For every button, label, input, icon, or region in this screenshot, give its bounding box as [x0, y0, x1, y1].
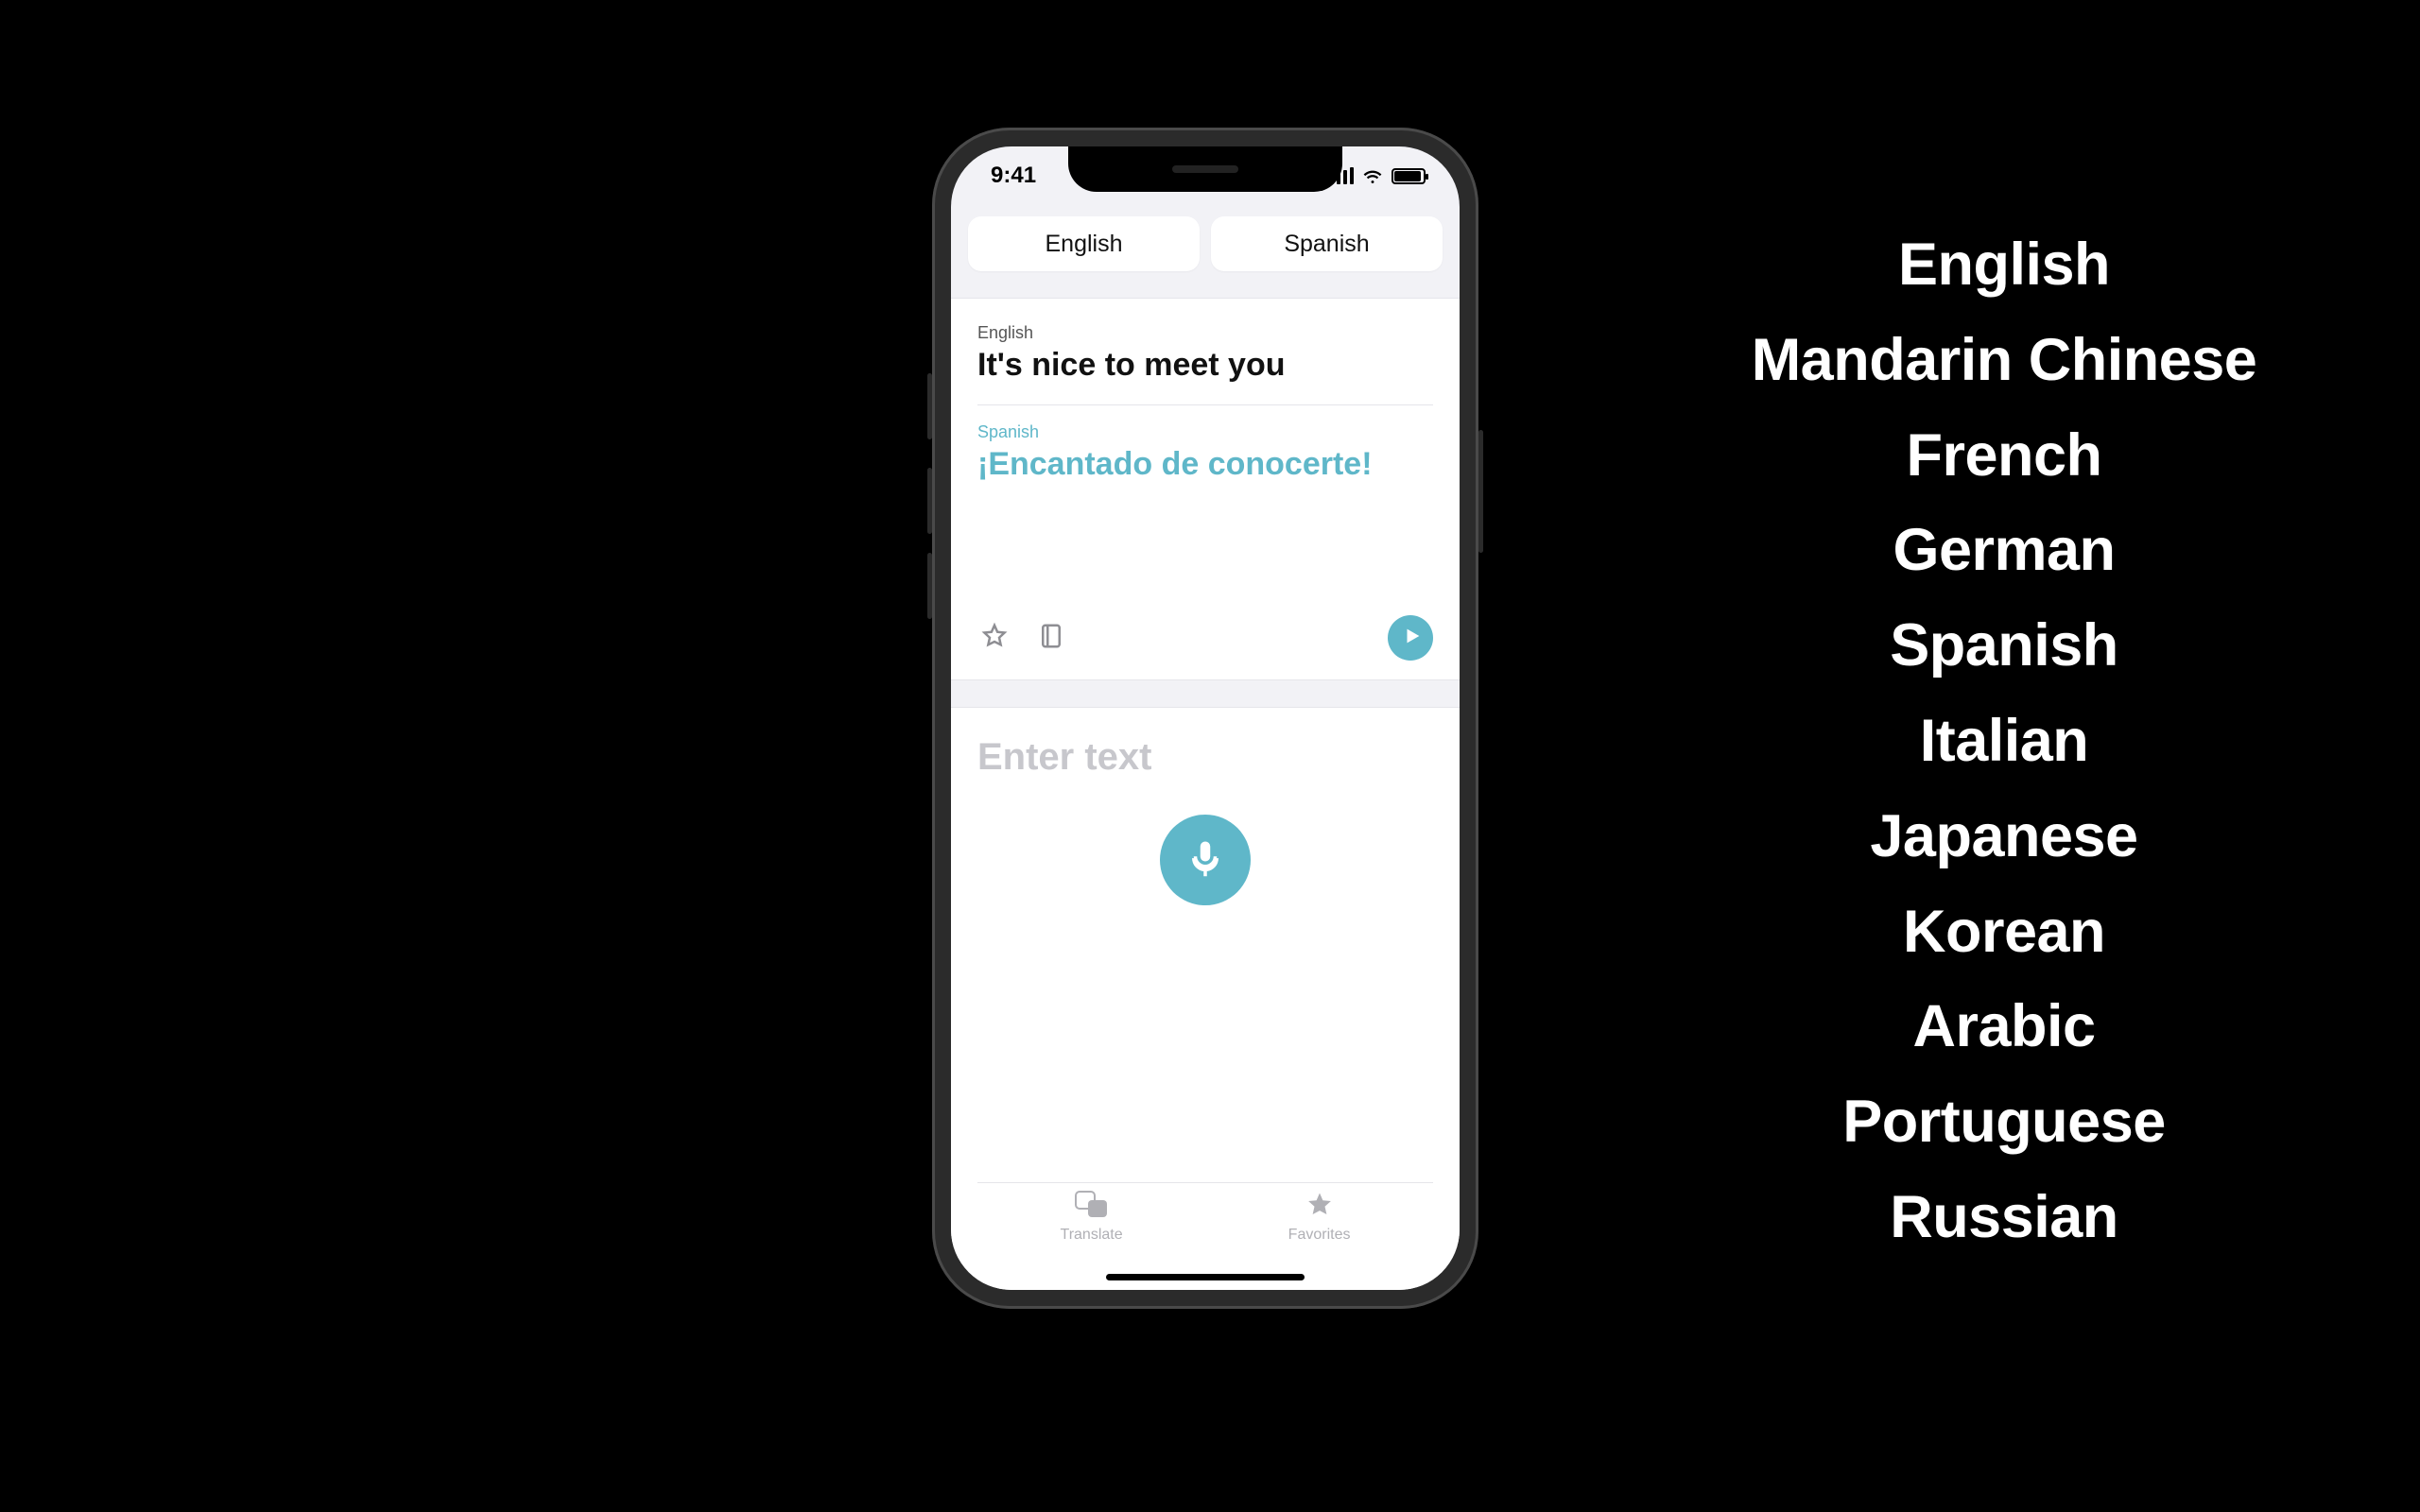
star-icon [980, 622, 1009, 655]
target-lang-caption: Spanish [977, 422, 1433, 442]
book-icon [1037, 622, 1065, 655]
list-item: Korean [1673, 885, 2335, 980]
translate-icon [1075, 1191, 1109, 1224]
tab-translate[interactable]: Translate [1061, 1191, 1123, 1244]
list-item: Spanish [1673, 598, 2335, 694]
screen: 9:41 English Spanish English It's nice t… [951, 146, 1460, 1290]
iphone-frame: 9:41 English Spanish English It's nice t… [932, 128, 1478, 1309]
tab-favorites[interactable]: Favorites [1288, 1191, 1351, 1244]
target-language-label: Spanish [1284, 231, 1369, 258]
battery-icon [1392, 168, 1426, 184]
tab-translate-label: Translate [1061, 1227, 1123, 1244]
play-icon [1399, 626, 1423, 651]
source-language-pill[interactable]: English [968, 216, 1200, 271]
notch [1068, 146, 1342, 192]
tab-bar: Translate Favorites [977, 1182, 1433, 1273]
list-item: Russian [1673, 1170, 2335, 1265]
list-item: Arabic [1673, 979, 2335, 1074]
list-item: Mandarin Chinese [1673, 313, 2335, 408]
input-area: Enter text Translate [951, 707, 1460, 1290]
list-item: German [1673, 503, 2335, 598]
favorite-button[interactable] [977, 621, 1011, 655]
status-time: 9:41 [991, 163, 1036, 189]
supported-languages-list: English Mandarin Chinese French German S… [1673, 217, 2335, 1265]
card-divider [977, 404, 1433, 405]
star-filled-icon [1303, 1191, 1337, 1224]
tab-favorites-label: Favorites [1288, 1227, 1351, 1244]
target-text: ¡Encantado de conocerte! [977, 446, 1433, 483]
text-input[interactable]: Enter text [977, 736, 1433, 779]
status-indicators [1330, 164, 1426, 187]
list-item: Japanese [1673, 789, 2335, 885]
translate-app: English Spanish English It's nice to mee… [951, 205, 1460, 1290]
list-item: Portuguese [1673, 1074, 2335, 1170]
microphone-icon [1185, 838, 1225, 883]
target-language-pill[interactable]: Spanish [1211, 216, 1443, 271]
list-item: English [1673, 217, 2335, 313]
source-lang-caption: English [977, 323, 1433, 343]
list-item: Italian [1673, 694, 2335, 789]
play-button[interactable] [1388, 615, 1433, 661]
source-language-label: English [1046, 231, 1123, 258]
translation-card: English It's nice to meet you Spanish ¡E… [951, 298, 1460, 680]
source-text: It's nice to meet you [977, 347, 1433, 384]
microphone-button[interactable] [1160, 815, 1251, 905]
list-item: French [1673, 408, 2335, 504]
language-selector: English Spanish [951, 205, 1460, 288]
card-actions [977, 615, 1433, 661]
wifi-icon [1361, 164, 1384, 187]
home-indicator[interactable] [1106, 1274, 1305, 1280]
dictionary-button[interactable] [1034, 621, 1068, 655]
